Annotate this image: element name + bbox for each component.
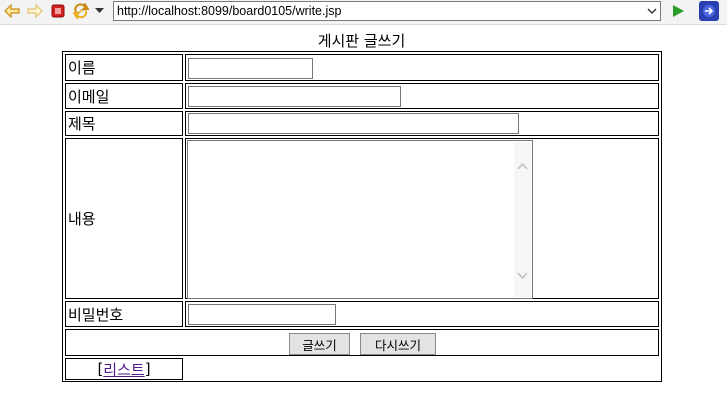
- page-title: 게시판 글쓰기: [317, 32, 406, 50]
- button-cell: 글쓰기 다시쓰기: [65, 329, 659, 356]
- reset-button[interactable]: 다시쓰기: [360, 333, 436, 355]
- subject-label: 제목: [65, 111, 183, 136]
- name-row: 이름: [65, 54, 659, 81]
- scroll-up-icon: [517, 162, 528, 170]
- subject-field-cell: [185, 111, 659, 136]
- name-label: 이름: [65, 54, 183, 81]
- email-input[interactable]: [188, 86, 401, 107]
- forward-arrow-icon[interactable]: [26, 2, 44, 20]
- write-form-table: 이름 이메일 제목 내용 비밀번호 글쓰기 다시쓰기: [62, 51, 662, 382]
- scroll-down-icon: [517, 272, 528, 280]
- go-icon[interactable]: [669, 2, 687, 20]
- stop-icon[interactable]: [49, 2, 67, 20]
- subject-input[interactable]: [188, 113, 519, 134]
- password-row: 비밀번호: [65, 301, 659, 327]
- list-link-cell: [ 리스트 ]: [65, 358, 183, 380]
- button-row: 글쓰기 다시쓰기: [65, 329, 659, 356]
- content-label: 내용: [65, 138, 183, 299]
- refresh-icon[interactable]: [72, 2, 90, 20]
- submit-button[interactable]: 글쓰기: [289, 333, 350, 355]
- subject-row: 제목: [65, 111, 659, 136]
- url-dropdown-icon[interactable]: [644, 2, 660, 20]
- url-input[interactable]: http://localhost:8099/board0105/write.js…: [113, 1, 661, 21]
- list-bracket-close: ]: [144, 360, 151, 378]
- textarea-scrollbar[interactable]: [514, 142, 531, 297]
- list-link[interactable]: 리스트: [103, 359, 144, 380]
- browser-toolbar: http://localhost:8099/board0105/write.js…: [0, 0, 727, 25]
- content-textarea[interactable]: [187, 140, 533, 299]
- email-label: 이메일: [65, 83, 183, 109]
- back-arrow-icon[interactable]: [3, 2, 21, 20]
- name-input[interactable]: [188, 58, 313, 79]
- email-field-cell: [185, 83, 659, 109]
- content-field-cell: [185, 138, 659, 299]
- content-row: 내용: [65, 138, 659, 299]
- email-row: 이메일: [65, 83, 659, 109]
- password-field-cell: [185, 301, 659, 327]
- extension-icon[interactable]: [699, 1, 719, 21]
- name-field-cell: [185, 54, 659, 81]
- password-label: 비밀번호: [65, 301, 183, 327]
- password-input[interactable]: [188, 304, 336, 325]
- history-dropdown-icon[interactable]: [93, 2, 105, 20]
